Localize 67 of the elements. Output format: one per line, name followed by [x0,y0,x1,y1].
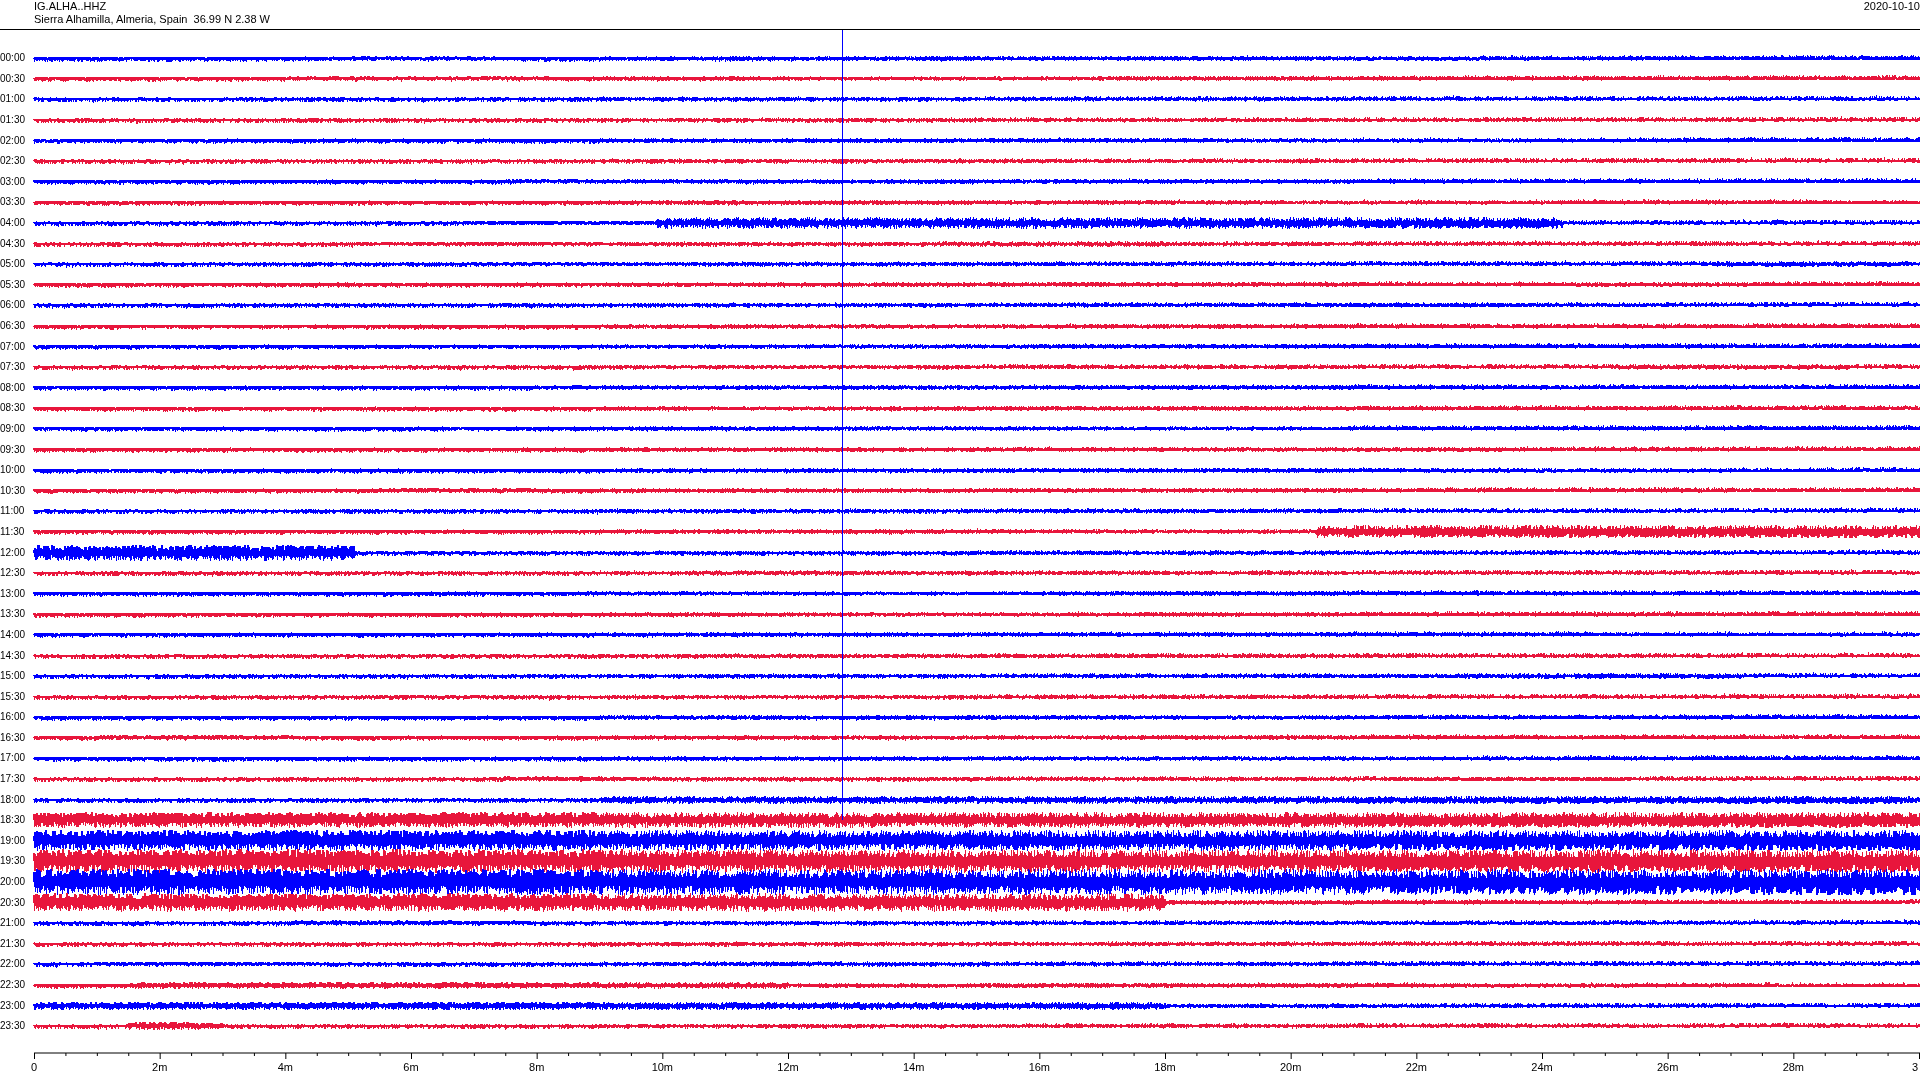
time-label: 08:30 [0,403,27,414]
time-label: 13:00 [0,588,27,599]
time-label: 08:00 [0,382,27,393]
time-label: 04:30 [0,238,27,249]
time-label: 18:30 [0,815,27,826]
axis-tick-label: 12m [777,1061,799,1073]
time-label: 02:30 [0,156,27,167]
time-label: 07:00 [0,341,27,352]
time-label: 15:30 [0,691,27,702]
axis-tick-label: 10m [651,1061,674,1073]
axis-tick-label: 4m [277,1061,293,1073]
time-label: 06:30 [0,321,27,331]
time-label: 12:00 [0,547,27,558]
time-label: 17:00 [0,753,27,764]
time-label: 23:00 [0,1000,27,1011]
time-label: 04:00 [0,218,27,229]
time-label: 10:30 [0,485,27,496]
time-label: 01:30 [0,115,27,126]
time-label: 06:00 [0,300,27,311]
time-label: 05:30 [0,279,27,290]
time-label: 22:30 [0,980,27,990]
time-label: 21:30 [0,938,27,949]
axis-tick-label: 18m [1154,1061,1176,1073]
axis-tick-label: 14m [902,1061,925,1073]
axis-tick-label: 2m [152,1061,168,1073]
time-label: 00:30 [0,73,27,84]
station-location: Sierra Alhamilla, Almeria, Spain 36.99 N 2.38 W [34,13,270,26]
time-label: 10:00 [0,465,27,476]
axis-tick-label: 22m [1405,1061,1428,1073]
time-label: 01:00 [0,94,27,105]
time-label: 14:30 [0,650,27,661]
time-label: 00:00 [0,53,27,64]
time-label: 09:30 [0,444,27,455]
time-label: 22:00 [0,959,27,970]
axis-tick-label: 26m [1656,1061,1679,1073]
time-label: 16:00 [0,712,27,723]
time-label: 13:30 [0,609,27,620]
time-label: 23:30 [0,1021,27,1032]
time-label: 03:30 [0,197,27,208]
axis-tick-label: 24m [1531,1061,1553,1073]
time-label: 17:30 [0,774,27,785]
time-label: 07:30 [0,362,27,373]
time-label: 15:00 [0,671,27,682]
time-label: 19:30 [0,856,27,867]
axis-tick-label: 0 [30,1061,38,1073]
time-label: 11:00 [0,506,26,517]
time-label: 02:00 [0,135,27,146]
axis-tick-label: 28m [1782,1061,1805,1073]
time-label: 05:00 [0,259,27,270]
time-label: 16:30 [0,732,27,743]
time-label: 20:30 [0,897,27,908]
time-label: 14:00 [0,629,27,640]
time-label: 20:00 [0,877,27,888]
axis-tick-label: 3 [1912,1061,1919,1073]
station-code: IG.ALHA..HHZ [34,0,108,13]
axis-tick-label: 6m [403,1061,419,1073]
axis-tick-label: 8m [529,1061,545,1073]
time-label: 18:00 [0,794,27,805]
time-label: 03:00 [0,176,27,187]
time-label: 12:30 [0,568,27,579]
time-label: 11:30 [0,526,26,537]
date-label: 2020-10-10 [1863,0,1920,13]
time-label: 19:00 [0,835,27,846]
time-label: 21:00 [0,918,27,929]
axis-tick-label: 16m [1028,1061,1051,1073]
time-label: 09:00 [0,424,27,434]
axis-tick-label: 20m [1279,1061,1302,1073]
